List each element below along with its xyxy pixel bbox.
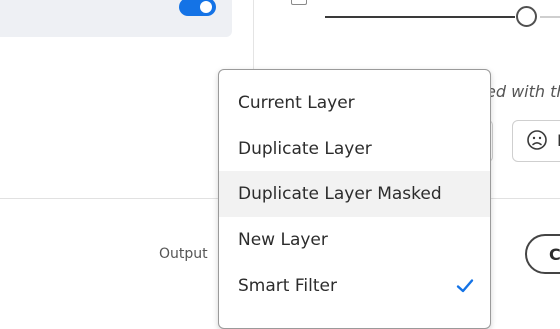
checkmark-icon [456,279,474,293]
menu-item-new-layer[interactable]: New Layer [219,217,490,263]
output-dropdown-menu: Current Layer Duplicate Layer Duplicate … [218,69,491,329]
menu-item-label: Duplicate Layer [238,139,372,159]
slider-track-remaining[interactable] [540,16,560,18]
hint-text: ed with th [486,82,560,101]
feedback-button[interactable]: I [512,120,560,162]
menu-item-smart-filter[interactable]: Smart Filter [219,263,490,309]
menu-item-label: Smart Filter [238,276,337,296]
menu-item-duplicate-layer[interactable]: Duplicate Layer [219,126,490,172]
toggle-knob [200,1,212,13]
menu-item-current-layer[interactable]: Current Layer [219,80,490,126]
slider-thumb[interactable] [516,6,537,27]
feature-toggle[interactable] [179,0,216,16]
menu-item-label: New Layer [238,230,328,250]
menu-item-duplicate-layer-masked[interactable]: Duplicate Layer Masked [219,171,490,217]
menu-item-label: Duplicate Layer Masked [238,184,442,204]
action-button[interactable]: C [525,234,560,274]
output-label: Output [159,246,208,262]
option-checkbox[interactable] [291,0,307,5]
action-button-label: C [549,245,560,264]
slider-track[interactable] [325,16,515,18]
menu-item-label: Current Layer [238,93,355,113]
frown-face-icon [527,130,547,150]
